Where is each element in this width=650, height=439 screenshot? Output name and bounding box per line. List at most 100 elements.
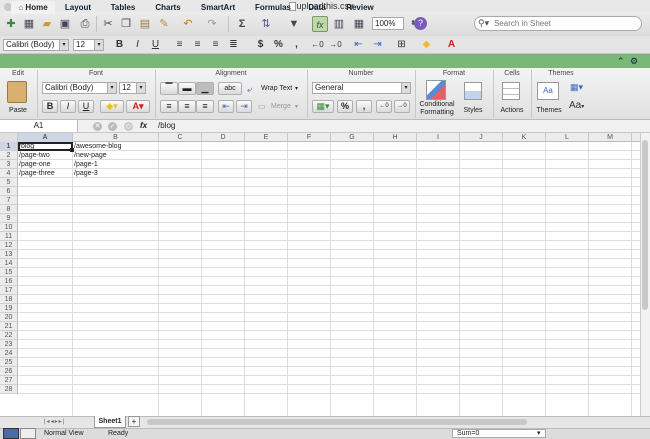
actions-button[interactable]: Actions: [494, 107, 530, 114]
row-header[interactable]: 21: [0, 322, 18, 331]
themes-button[interactable]: Themes: [534, 107, 564, 114]
row-header[interactable]: 10: [0, 223, 18, 232]
percent-format-button[interactable]: %: [337, 100, 353, 113]
column-header[interactable]: D: [202, 133, 245, 142]
chevron-down-icon[interactable]: ▾: [537, 429, 541, 437]
align-left-icon[interactable]: ≡: [160, 100, 178, 113]
cell[interactable]: /page-3: [73, 169, 159, 178]
gear-icon[interactable]: ⚙: [630, 56, 638, 67]
increase-indent-icon[interactable]: ⇥: [236, 100, 252, 113]
underline-button[interactable]: U: [148, 38, 163, 51]
cell[interactable]: /new-page: [73, 151, 159, 160]
theme-fonts-button[interactable]: Aa▾: [569, 100, 584, 111]
new-document-icon[interactable]: ✚: [3, 16, 19, 32]
tab-home[interactable]: ⌂ Home: [11, 1, 55, 14]
row-header[interactable]: 16: [0, 277, 18, 286]
chevron-down-icon[interactable]: ▾: [137, 82, 146, 94]
row-header[interactable]: 3: [0, 160, 18, 169]
row-header[interactable]: 11: [0, 232, 18, 241]
ribbon-fill-color-icon[interactable]: ◆▾: [100, 100, 124, 113]
tab-charts[interactable]: Charts: [148, 1, 188, 14]
zoom-field[interactable]: 100%: [372, 17, 404, 30]
row-header[interactable]: 20: [0, 313, 18, 322]
row-header[interactable]: 18: [0, 295, 18, 304]
fill-color-icon[interactable]: ◆: [419, 38, 434, 51]
column-header[interactable]: I: [417, 133, 460, 142]
align-center-icon[interactable]: ≡: [190, 38, 205, 51]
align-bottom-icon[interactable]: ▁: [196, 82, 214, 95]
cell[interactable]: /page-1: [73, 160, 159, 169]
filter-icon[interactable]: ▼: [286, 16, 302, 32]
row-header[interactable]: 28: [0, 385, 18, 394]
row-header[interactable]: 8: [0, 205, 18, 214]
align-right-icon[interactable]: ≡: [196, 100, 214, 113]
paste-clipboard-icon[interactable]: [7, 81, 27, 103]
name-box[interactable]: A1: [0, 120, 78, 132]
chevron-down-icon[interactable]: ▾: [295, 103, 298, 110]
tab-formulas[interactable]: Formulas: [248, 1, 298, 14]
sort-icon[interactable]: ⇅: [258, 16, 274, 32]
tab-smartart[interactable]: SmartArt: [193, 1, 243, 14]
insert-function-icon[interactable]: ◇: [124, 122, 133, 131]
comma-style-icon[interactable]: ,: [289, 38, 304, 51]
column-header[interactable]: B: [73, 133, 159, 142]
align-right-icon[interactable]: ≡: [208, 38, 223, 51]
cancel-entry-icon[interactable]: ✕: [93, 122, 102, 131]
font-name-field[interactable]: Calibri (Body): [3, 39, 60, 51]
undo-icon[interactable]: ↶: [180, 16, 196, 32]
row-header[interactable]: 22: [0, 331, 18, 340]
cell[interactable]: /page-three: [18, 169, 73, 178]
add-sheet-button[interactable]: +: [128, 416, 140, 427]
templates-icon[interactable]: ▦: [21, 16, 37, 32]
borders-icon[interactable]: ⊞: [394, 38, 409, 51]
row-header[interactable]: 1: [0, 142, 18, 151]
column-header[interactable]: J: [460, 133, 503, 142]
save-icon[interactable]: ▣: [57, 16, 73, 32]
chevron-down-icon[interactable]: ▾: [402, 82, 411, 94]
row-header[interactable]: 14: [0, 259, 18, 268]
copy-icon[interactable]: ❐: [118, 16, 134, 32]
tab-tables[interactable]: Tables: [103, 1, 143, 14]
select-all-corner[interactable]: [0, 133, 18, 142]
formula-input[interactable]: /blog: [158, 120, 638, 132]
column-header[interactable]: G: [331, 133, 374, 142]
column-header[interactable]: L: [546, 133, 589, 142]
font-size-field[interactable]: 12: [73, 39, 95, 51]
percent-button[interactable]: %: [271, 38, 286, 51]
row-header[interactable]: 2: [0, 151, 18, 160]
column-header[interactable]: A: [18, 133, 73, 142]
column-header[interactable]: C: [159, 133, 202, 142]
tab-layout[interactable]: Layout: [58, 1, 98, 14]
paste-icon[interactable]: ▤: [137, 16, 153, 32]
chevron-down-icon[interactable]: ▾: [295, 85, 298, 92]
align-middle-icon[interactable]: ▬: [178, 82, 196, 95]
ribbon-bold-button[interactable]: B: [42, 100, 58, 113]
decrease-decimal-icon[interactable]: →0: [394, 100, 410, 113]
conditional-formatting-button[interactable]: Conditional Formatting: [417, 101, 457, 117]
confirm-entry-icon[interactable]: ✓: [108, 122, 117, 131]
increase-indent-icon[interactable]: ⇥: [370, 38, 385, 51]
text-orientation-button[interactable]: abc: [218, 82, 242, 95]
cell[interactable]: /page-two: [18, 151, 73, 160]
cell[interactable]: /page-one: [18, 160, 73, 169]
sheet-navigation-icon[interactable]: |◂◂▸▸|: [44, 418, 65, 425]
row-header[interactable]: 12: [0, 241, 18, 250]
row-header[interactable]: 25: [0, 358, 18, 367]
paste-button-label[interactable]: Paste: [2, 107, 34, 114]
redo-icon[interactable]: ↷: [204, 16, 220, 32]
tab-data[interactable]: Data: [302, 1, 332, 14]
chevron-down-icon[interactable]: ▾: [95, 39, 104, 51]
decrease-indent-icon[interactable]: ⇤: [351, 38, 366, 51]
merge-button[interactable]: Merge: [271, 103, 291, 110]
align-left-icon[interactable]: ≡: [172, 38, 187, 51]
row-header[interactable]: 5: [0, 178, 18, 187]
align-center-icon[interactable]: ≡: [178, 100, 196, 113]
help-icon[interactable]: ?: [414, 17, 427, 30]
sheet-tab[interactable]: Sheet1: [94, 416, 126, 428]
justify-icon[interactable]: ≣: [226, 38, 241, 51]
row-header[interactable]: 9: [0, 214, 18, 223]
cell[interactable]: /awesome-blog: [73, 142, 159, 151]
column-header[interactable]: K: [503, 133, 546, 142]
currency-format-icon[interactable]: ▦▾: [312, 100, 334, 113]
open-folder-icon[interactable]: ▰: [39, 16, 55, 32]
